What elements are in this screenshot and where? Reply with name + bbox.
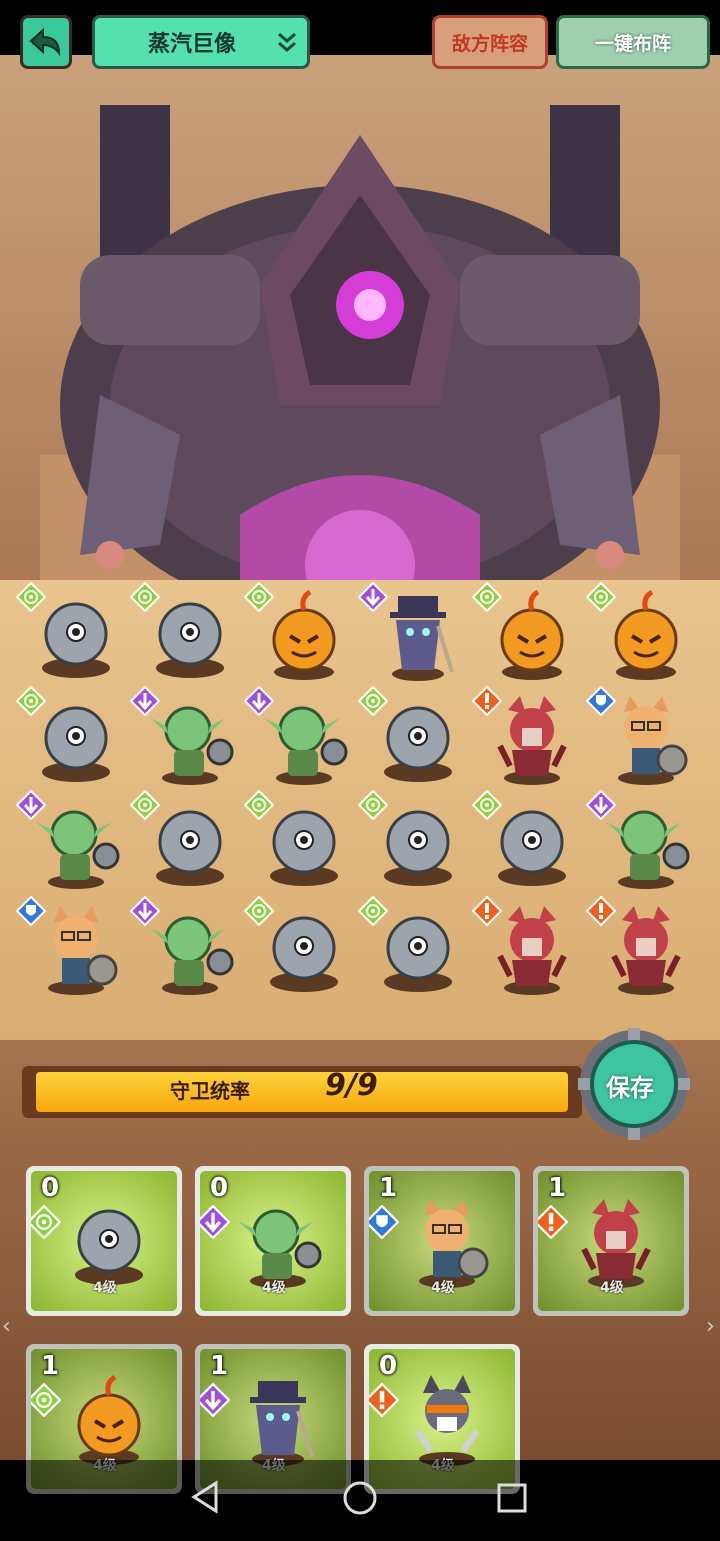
- leadership-bar: [22, 1066, 582, 1118]
- board-slot[interactable]: [130, 582, 242, 688]
- nav-home-icon[interactable]: [342, 1480, 378, 1516]
- board-slot[interactable]: [16, 896, 128, 1002]
- card-level: 4级: [93, 1280, 117, 1296]
- card-cost: 0: [210, 1173, 229, 1203]
- target-class-icon: [358, 790, 388, 820]
- target-class-icon: [472, 790, 502, 820]
- system-navbar: [0, 1460, 720, 1541]
- card-cost: 0: [379, 1351, 398, 1381]
- leadership-value: 9/9: [325, 1068, 378, 1103]
- card-cost: 0: [41, 1173, 60, 1203]
- unit-card[interactable]: 1 4级: [533, 1166, 689, 1316]
- board-slot[interactable]: [16, 686, 128, 792]
- alert-class-icon: [369, 1383, 399, 1417]
- target-class-icon: [358, 896, 388, 926]
- target-class-icon: [244, 582, 274, 612]
- board-slot[interactable]: [586, 896, 698, 1002]
- target-class-icon: [16, 686, 46, 716]
- leadership-bar-fill: [36, 1072, 568, 1112]
- target-class-icon: [244, 790, 274, 820]
- unit-card[interactable]: 1 4级: [364, 1166, 520, 1316]
- boss-steam-colossus: [40, 105, 680, 615]
- board-slot[interactable]: [16, 790, 128, 896]
- board-slot[interactable]: [244, 686, 356, 792]
- board-slot[interactable]: [586, 790, 698, 896]
- alert-class-icon: [586, 896, 616, 926]
- level-select-dropdown[interactable]: 蒸汽巨像: [92, 15, 310, 69]
- card-level: 4级: [431, 1280, 455, 1296]
- board-slot[interactable]: [358, 896, 470, 1002]
- board-slot[interactable]: [586, 582, 698, 688]
- shield-class-icon: [16, 896, 46, 926]
- alert-class-icon: [538, 1205, 568, 1239]
- level-title: 蒸汽巨像: [147, 32, 236, 57]
- alert-class-icon: [472, 686, 502, 716]
- target-class-icon: [130, 790, 160, 820]
- save-label: 保存: [606, 1074, 654, 1102]
- shield-class-icon: [586, 686, 616, 716]
- card-art: 0 4级: [200, 1171, 346, 1311]
- board-slot[interactable]: [244, 582, 356, 688]
- shield-class-icon: [369, 1205, 399, 1239]
- target-class-icon: [472, 582, 502, 612]
- target-class-icon: [130, 582, 160, 612]
- auto-deploy-button[interactable]: 一键布阵: [556, 15, 710, 69]
- arrow-class-icon: [130, 896, 160, 926]
- target-class-icon: [358, 686, 388, 716]
- arrow-class-icon: [200, 1383, 230, 1417]
- board-slot[interactable]: [472, 896, 584, 1002]
- card-cost: 1: [548, 1173, 567, 1203]
- arrow-class-icon: [130, 686, 160, 716]
- arrow-class-icon: [358, 582, 388, 612]
- card-cost: 1: [379, 1173, 398, 1203]
- target-class-icon: [586, 582, 616, 612]
- scroll-left-arrow-icon[interactable]: ‹: [2, 1314, 11, 1339]
- card-cost: 1: [210, 1351, 229, 1381]
- enemy-lineup-label: 敌方阵容: [451, 32, 528, 55]
- card-level: 4级: [262, 1280, 286, 1296]
- board-slot[interactable]: [130, 686, 242, 792]
- board-slot[interactable]: [472, 790, 584, 896]
- card-cost: 1: [41, 1351, 60, 1381]
- enemy-lineup-button[interactable]: 敌方阵容: [432, 15, 548, 69]
- arrow-class-icon: [200, 1205, 230, 1239]
- arrow-class-icon: [244, 686, 274, 716]
- chevron-down-icon: [278, 32, 296, 52]
- board-slot[interactable]: [472, 686, 584, 792]
- arrow-class-icon: [586, 790, 616, 820]
- auto-deploy-label: 一键布阵: [594, 32, 671, 55]
- board-slot[interactable]: [16, 582, 128, 688]
- nav-recents-icon[interactable]: [496, 1482, 528, 1514]
- alert-class-icon: [472, 896, 502, 926]
- board-slot[interactable]: [358, 686, 470, 792]
- board-slot[interactable]: [472, 582, 584, 688]
- target-class-icon: [31, 1205, 61, 1239]
- board-slot[interactable]: [244, 790, 356, 896]
- scroll-right-arrow-icon[interactable]: ›: [706, 1314, 715, 1339]
- target-class-icon: [244, 896, 274, 926]
- card-art: 1 4级: [369, 1171, 515, 1311]
- formation-board: [0, 580, 720, 1040]
- board-slot[interactable]: [130, 790, 242, 896]
- back-arrow-icon: [29, 27, 61, 57]
- card-level: 4级: [600, 1280, 624, 1296]
- nav-back-icon[interactable]: [190, 1480, 222, 1514]
- back-button[interactable]: [20, 15, 72, 69]
- unit-card[interactable]: 0 4级: [26, 1166, 182, 1316]
- card-art: 1 4级: [538, 1171, 684, 1311]
- board-slot[interactable]: [358, 790, 470, 896]
- target-class-icon: [16, 582, 46, 612]
- board-slot[interactable]: [358, 582, 470, 688]
- arrow-class-icon: [16, 790, 46, 820]
- card-art: 0 4级: [31, 1171, 177, 1311]
- board-slot[interactable]: [244, 896, 356, 1002]
- target-class-icon: [31, 1383, 61, 1417]
- board-slot[interactable]: [586, 686, 698, 792]
- leadership-label: 守卫统率: [170, 1079, 250, 1103]
- board-slot[interactable]: [130, 896, 242, 1002]
- unit-card[interactable]: 0 4级: [195, 1166, 351, 1316]
